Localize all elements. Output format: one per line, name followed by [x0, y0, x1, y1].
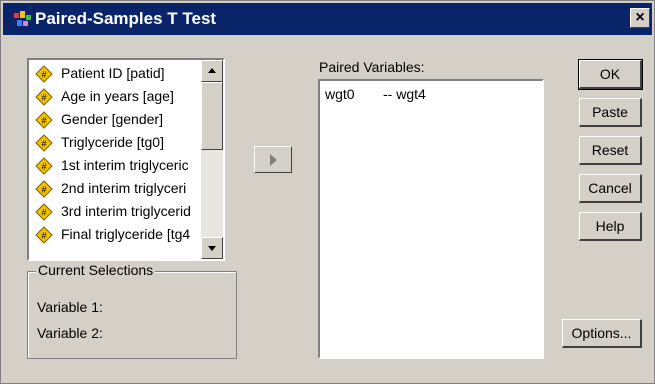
- scale-variable-icon: #: [35, 180, 53, 198]
- variable-list-item[interactable]: # Gender [gender]: [35, 108, 203, 131]
- source-variable-list[interactable]: # Patient ID [patid] # Age in years [age] # G…: [27, 58, 225, 261]
- svg-text:#: #: [41, 162, 46, 172]
- svg-text:#: #: [41, 93, 46, 103]
- svg-text:#: #: [41, 231, 46, 241]
- scale-variable-icon: #: [35, 226, 53, 244]
- variable-list-item[interactable]: # Final triglyceride [tg4: [35, 223, 203, 246]
- variable-label: Triglyceride [tg0]: [61, 134, 164, 150]
- variable-label: 3rd interim triglycerid: [61, 203, 191, 219]
- svg-text:#: #: [41, 139, 46, 149]
- scale-variable-icon: #: [35, 203, 53, 221]
- variable-list-item[interactable]: # Triglyceride [tg0]: [35, 131, 203, 154]
- svg-text:#: #: [41, 70, 46, 80]
- variable-label: Age in years [age]: [61, 88, 174, 104]
- paired-variables-list[interactable]: wgt0 -- wgt4: [318, 79, 544, 359]
- variable-label: 2nd interim triglyceri: [61, 180, 187, 196]
- variable-list-item[interactable]: #3rd interim triglycerid: [35, 200, 203, 223]
- variable-list-scrollbar[interactable]: [201, 60, 223, 259]
- scale-variable-icon: #: [35, 134, 53, 152]
- reset-button[interactable]: Reset: [579, 136, 642, 165]
- ok-button[interactable]: OK: [578, 59, 643, 90]
- variable-list-item[interactable]: #1st interim triglyceric: [35, 154, 203, 177]
- close-button[interactable]: ×: [630, 8, 650, 28]
- scale-variable-icon: #: [35, 111, 53, 129]
- arrow-right-icon: [270, 154, 277, 166]
- svg-text:#: #: [41, 116, 46, 126]
- options-button[interactable]: Options...: [562, 319, 642, 348]
- paired-samples-dialog: Paired-Samples T Test × # Patient ID [pat…: [0, 0, 655, 384]
- variable-list-item[interactable]: #2nd interim triglyceri: [35, 177, 203, 200]
- paired-variables-label: Paired Variables:: [319, 59, 425, 75]
- help-button[interactable]: Help: [579, 212, 642, 241]
- arrow-up-icon: [208, 68, 216, 73]
- arrow-down-icon: [208, 246, 216, 251]
- title-bar[interactable]: Paired-Samples T Test ×: [3, 3, 652, 35]
- scale-variable-icon: #: [35, 157, 53, 175]
- paste-button[interactable]: Paste: [579, 98, 642, 127]
- scroll-up-button[interactable]: [201, 60, 223, 82]
- spss-app-icon: [14, 11, 31, 26]
- variable-1-label: Variable 1:: [37, 299, 103, 315]
- window-title: Paired-Samples T Test: [35, 9, 217, 28]
- variable-label: Gender [gender]: [61, 111, 163, 127]
- scale-variable-icon: #: [35, 65, 53, 83]
- variable-label: Final triglyceride [tg4: [61, 226, 191, 242]
- move-to-paired-button[interactable]: [254, 146, 292, 173]
- scroll-thumb[interactable]: [201, 82, 223, 150]
- svg-text:#: #: [41, 185, 46, 195]
- current-selections-legend: Current Selections: [36, 262, 156, 278]
- variable-items: # Patient ID [patid] # Age in years [age] # G…: [35, 62, 203, 246]
- current-selections-group: Current Selections Variable 1: Variable …: [27, 262, 237, 359]
- pair-first-variable: wgt0: [325, 86, 355, 102]
- variable-label: 1st interim triglyceric: [61, 157, 189, 173]
- cancel-button[interactable]: Cancel: [579, 174, 642, 203]
- svg-text:#: #: [41, 208, 46, 218]
- pair-second-variable: -- wgt4: [383, 86, 426, 102]
- variable-label: Patient ID [patid]: [61, 65, 165, 81]
- variable-2-label: Variable 2:: [37, 325, 103, 341]
- scale-variable-icon: #: [35, 88, 53, 106]
- close-icon: ×: [635, 9, 645, 26]
- variable-list-item[interactable]: # Age in years [age]: [35, 85, 203, 108]
- scroll-down-button[interactable]: [201, 237, 223, 259]
- variable-list-item[interactable]: # Patient ID [patid]: [35, 62, 203, 85]
